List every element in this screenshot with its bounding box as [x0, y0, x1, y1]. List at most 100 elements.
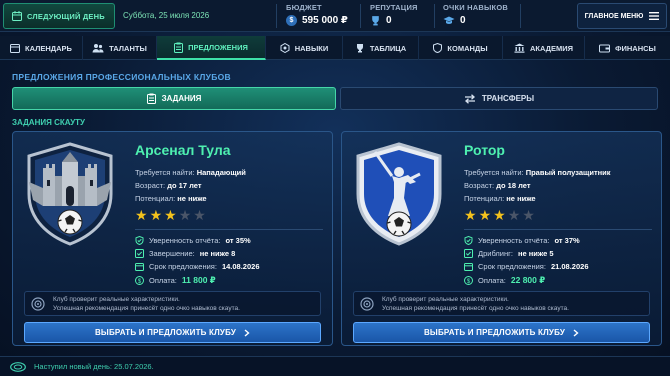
criterion-label: Уверенность отчёта: — [149, 236, 221, 245]
tab-skills[interactable]: НАВЫКИ — [266, 36, 343, 60]
tab-talents[interactable]: ТАЛАНТЫ — [83, 36, 157, 60]
note-line-2: Успешная рекомендация принесёт одно очко… — [53, 304, 240, 312]
select-and-offer-button[interactable]: ВЫБРАТЬ И ПРЕДЛОЖИТЬ КЛУБУ — [353, 322, 650, 343]
tab-label: ФИНАНСЫ — [615, 43, 656, 53]
wallet-icon — [599, 44, 611, 53]
chevron-right-icon — [244, 328, 250, 337]
star-filled-icon: ★ — [135, 207, 148, 223]
age-label: Возраст: — [135, 181, 166, 190]
star-filled-icon: ★ — [464, 207, 477, 223]
criterion-value: не ниже 8 — [199, 249, 236, 258]
club-name: Ротор — [464, 142, 505, 158]
reputation-caption: РЕПУТАЦИЯ — [370, 3, 418, 12]
payment-label: Оплата: — [478, 276, 506, 285]
shield-icon — [433, 43, 443, 53]
tab-label: НАВЫКИ — [294, 43, 329, 53]
status-footer: Наступил новый день: 25.07.2026. — [0, 356, 670, 376]
section-title: ПРЕДЛОЖЕНИЯ ПРОФЕССИОНАЛЬНЫХ КЛУБОВ — [12, 72, 231, 82]
arsenal-tula-crest-icon — [27, 142, 113, 246]
find-value: Нападающий — [196, 168, 246, 177]
tab-academy[interactable]: АКАДЕМИЯ — [503, 36, 585, 60]
tab-finance[interactable]: ФИНАНСЫ — [585, 36, 670, 60]
calendar-icon — [12, 11, 22, 21]
segment-transfers-label: ТРАНСФЕРЫ — [481, 94, 535, 103]
next-day-label: СЛЕДУЮЩИЙ ДЕНЬ — [27, 11, 105, 21]
tab-label: ПРЕДЛОЖЕНИЯ — [188, 42, 248, 52]
payment-row: $ Оплата: 22 800 ₽ — [464, 275, 545, 286]
divider — [520, 4, 521, 28]
star-filled-icon: ★ — [149, 207, 163, 223]
info-note: Клуб проверит реальные характеристики. У… — [24, 291, 321, 316]
ruble-coin-icon: $ — [286, 15, 297, 26]
required-position: Требуется найти: Правый полузащитник — [464, 168, 611, 177]
potential-label: Потенциал: — [464, 194, 505, 203]
criterion-label: Дриблинг: — [478, 249, 513, 258]
criterion-label: Завершение: — [149, 249, 195, 258]
dollar-coin-icon: $ — [135, 276, 144, 285]
tab-teams[interactable]: КОМАНДЫ — [419, 36, 503, 60]
note-line-1: Клуб проверит реальные характеристики. — [382, 295, 509, 303]
potential-stars: ★ ★ ★ ★ ★ — [464, 208, 535, 222]
criterion-value: 21.08.2026 — [550, 262, 589, 271]
segment-transfers[interactable]: ТРАНСФЕРЫ — [340, 87, 658, 110]
offer-card-arsenal: Арсенал Тула Требуется найти: Нападающий… — [12, 131, 333, 346]
tab-table[interactable]: ТАБЛИЦА — [343, 36, 419, 60]
payment-value: 11 800 ₽ — [181, 275, 216, 285]
segment-tasks-label: ЗАДАНИЯ — [161, 94, 202, 103]
payment-label: Оплата: — [149, 276, 177, 285]
club-name: Арсенал Тула — [135, 142, 231, 158]
criterion-label: Срок предложения: — [478, 262, 546, 271]
star-empty-icon: ★ — [193, 207, 206, 223]
divider — [135, 229, 323, 230]
divider — [434, 4, 435, 28]
potential-stars: ★ ★ ★ ★ ★ — [135, 208, 206, 222]
criterion-label: Уверенность отчёта: — [478, 236, 550, 245]
shield-check-icon — [464, 236, 473, 245]
main-menu-button[interactable]: ГЛАВНОЕ МЕНЮ — [577, 3, 667, 29]
clipboard-icon — [174, 42, 184, 53]
rotor-crest-icon — [356, 142, 442, 246]
transfer-arrows-icon — [464, 93, 475, 104]
note-line-2: Успешная рекомендация принесёт одно очко… — [382, 304, 569, 312]
divider — [276, 4, 277, 28]
check-square-icon — [464, 249, 473, 258]
select-and-offer-button[interactable]: ВЫБРАТЬ И ПРЕДЛОЖИТЬ КЛУБУ — [24, 322, 321, 343]
payment-value: 22 800 ₽ — [510, 275, 546, 285]
tab-label: КОМАНДЫ — [447, 43, 488, 53]
note-line-1: Клуб проверит реальные характеристики. — [53, 295, 180, 303]
calendar-icon — [135, 263, 144, 271]
criterion-row: Дриблинг: не ниже 5 — [464, 249, 554, 258]
graduation-cap-icon — [443, 16, 455, 24]
building-icon — [514, 43, 525, 53]
tab-calendar[interactable]: КАЛЕНДАРЬ — [0, 36, 83, 60]
calendar-icon — [464, 263, 473, 271]
age-label: Возраст: — [464, 181, 495, 190]
budget-caption: БЮДЖЕТ — [286, 3, 322, 12]
segment-tasks[interactable]: ЗАДАНИЯ — [12, 87, 336, 110]
target-icon — [360, 296, 374, 311]
required-potential: Потенциал: не ниже — [135, 194, 207, 203]
stadium-icon — [10, 361, 26, 372]
hamburger-icon — [649, 12, 660, 20]
check-square-icon — [135, 249, 144, 258]
tab-label: ТАЛАНТЫ — [109, 43, 147, 53]
potential-value: не ниже — [177, 194, 207, 203]
required-age: Возраст: до 18 лет — [464, 181, 531, 190]
next-day-button[interactable]: СЛЕДУЮЩИЙ ДЕНЬ — [3, 3, 115, 29]
top-bar: СЛЕДУЮЩИЙ ДЕНЬ Суббота, 25 июля 2026 БЮД… — [0, 0, 670, 32]
tab-label: ТАБЛИЦА — [369, 43, 407, 53]
star-filled-icon: ★ — [478, 207, 492, 223]
divider — [360, 4, 361, 28]
offer-card-rotor: Ротор Требуется найти: Правый полузащитн… — [341, 131, 662, 346]
tab-offers[interactable]: ПРЕДЛОЖЕНИЯ — [157, 36, 266, 60]
star-filled-icon: ★ — [164, 207, 177, 223]
hexagon-icon — [280, 43, 290, 53]
find-label: Требуется найти: — [464, 168, 524, 177]
skill-points-caption: ОЧКИ НАВЫКОВ — [443, 3, 508, 12]
criterion-label: Срок предложения: — [149, 262, 217, 271]
potential-value: не ниже — [506, 194, 536, 203]
cta-label: ВЫБРАТЬ И ПРЕДЛОЖИТЬ КЛУБУ — [423, 328, 566, 337]
shield-check-icon — [135, 236, 144, 245]
calendar-icon — [10, 44, 21, 53]
users-icon — [92, 44, 104, 53]
